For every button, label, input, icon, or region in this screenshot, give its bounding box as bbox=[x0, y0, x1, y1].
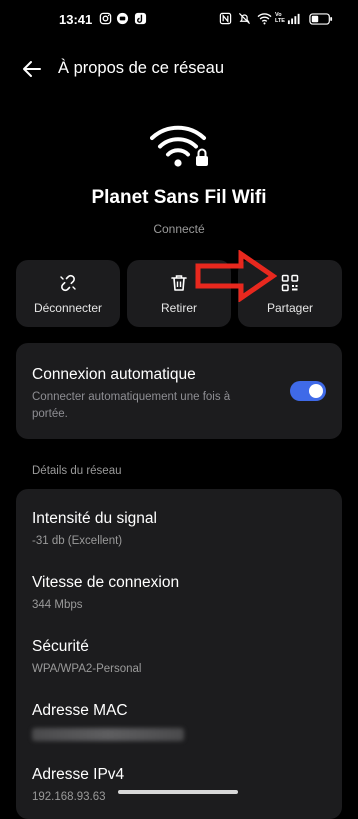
connection-speed-title: Vitesse de connexion bbox=[32, 574, 180, 591]
security-value: WPA/WPA2-Personal bbox=[32, 663, 142, 675]
network-details-label: Détails du réseau bbox=[32, 465, 122, 477]
auto-connect-title: Connexion automatique bbox=[32, 366, 196, 383]
signal-icon bbox=[287, 12, 300, 25]
mac-address-redacted bbox=[32, 728, 184, 741]
trash-icon bbox=[169, 273, 189, 293]
auto-connect-toggle[interactable] bbox=[290, 381, 326, 401]
signal-strength-value: -31 db (Excellent) bbox=[32, 535, 123, 547]
back-arrow-icon[interactable] bbox=[20, 57, 44, 81]
disconnect-button[interactable]: Déconnecter bbox=[16, 260, 120, 327]
connection-speed-value: 344 Mbps bbox=[32, 599, 83, 611]
chat-icon bbox=[116, 12, 129, 25]
status-bar: 13:41 Vo LTE bbox=[0, 0, 358, 40]
battery-icon bbox=[308, 12, 334, 25]
tiktok-icon bbox=[134, 12, 147, 25]
disconnect-label: Déconnecter bbox=[33, 301, 103, 315]
mute-icon bbox=[238, 12, 251, 25]
wifi-icon bbox=[257, 12, 272, 25]
toggle-knob bbox=[309, 384, 323, 398]
wifi-lock-icon bbox=[150, 123, 212, 169]
ipv4-address-value: 192.168.93.63 bbox=[32, 791, 106, 803]
remove-label: Retirer bbox=[160, 301, 197, 315]
signal-strength-title: Intensité du signal bbox=[32, 510, 157, 527]
instagram-icon bbox=[99, 12, 112, 25]
unlink-icon bbox=[58, 273, 78, 293]
home-indicator[interactable] bbox=[118, 790, 238, 794]
ipv4-address-title: Adresse IPv4 bbox=[32, 766, 125, 783]
volte-icon: Vo LTE bbox=[275, 12, 285, 24]
nfc-icon bbox=[219, 12, 232, 25]
status-time: 13:41 bbox=[59, 12, 93, 27]
auto-connect-description: Connecter automatiquement une fois à por… bbox=[32, 391, 231, 420]
page-title: À propos de ce réseau bbox=[58, 59, 225, 77]
mac-address-title: Adresse MAC bbox=[32, 702, 128, 719]
network-status: Connecté bbox=[153, 222, 205, 236]
share-label: Partager bbox=[266, 301, 314, 315]
security-title: Sécurité bbox=[32, 638, 89, 655]
qr-code-icon bbox=[280, 273, 300, 293]
annotation-arrow-icon bbox=[195, 249, 278, 303]
network-name: Planet Sans Fil Wifi bbox=[91, 187, 267, 208]
